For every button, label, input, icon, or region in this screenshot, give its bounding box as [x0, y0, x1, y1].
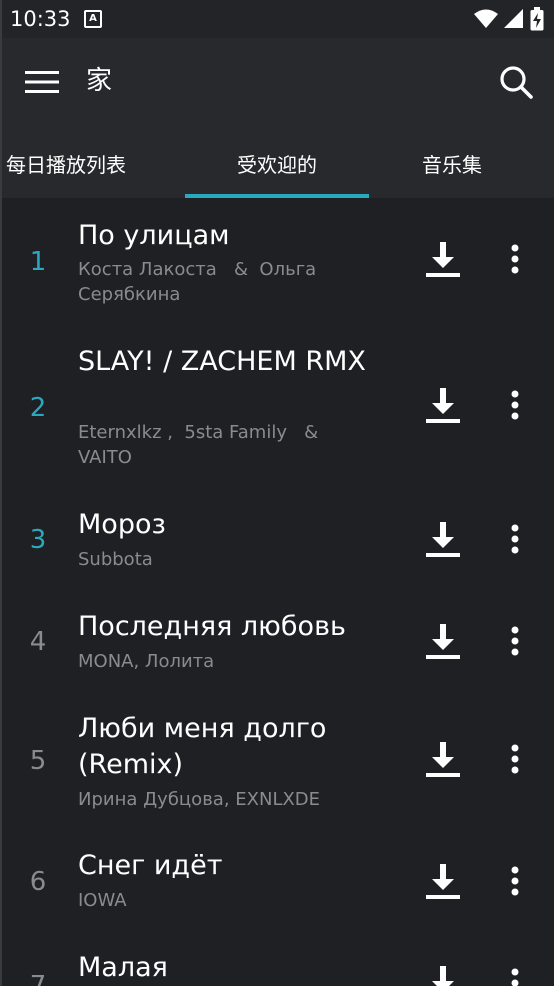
download-icon	[426, 864, 460, 899]
track-title: Люби меня долго (Remix)	[78, 713, 327, 780]
track-artist: Subbota	[78, 549, 153, 570]
download-button[interactable]	[420, 516, 466, 562]
status-time: 10:33	[10, 7, 71, 31]
track-artist: IOWA	[78, 890, 127, 911]
track-title: По улицам	[78, 220, 230, 251]
track-rank: 3	[29, 525, 47, 555]
track-artist: Eternxlkz , 5sta Family & VAITO	[78, 422, 330, 468]
track-row[interactable]: 6 Снег идёт IOWA	[0, 848, 554, 928]
more-vertical-icon	[511, 866, 519, 896]
app-screen: 10:33 A 家 每日播放列表 受欢迎的 音乐集 1 По улицам Ко…	[0, 0, 554, 986]
more-options-button[interactable]	[495, 736, 535, 782]
signal-icon	[504, 9, 523, 28]
search-button[interactable]	[494, 60, 538, 104]
track-artist: MONA, Лолита	[78, 651, 215, 672]
search-icon	[500, 66, 533, 99]
window-edge	[0, 0, 2, 986]
menu-button[interactable]	[20, 62, 64, 102]
tab-popular[interactable]: 受欢迎的	[185, 128, 369, 198]
more-options-button[interactable]	[495, 858, 535, 904]
track-title: SLAY! / ZACHEM RMX	[78, 346, 366, 377]
track-artist: Ирина Дубцова, EXNLXDE	[78, 789, 321, 810]
track-rank: 1	[29, 247, 47, 277]
more-vertical-icon	[511, 244, 519, 274]
notification-icon: A	[84, 10, 102, 28]
page-title: 家	[86, 66, 113, 96]
track-rank: 4	[29, 627, 47, 657]
download-icon	[426, 242, 460, 277]
tab-bar: 每日播放列表 受欢迎的 音乐集	[0, 128, 554, 198]
more-vertical-icon	[511, 524, 519, 554]
more-vertical-icon	[511, 744, 519, 774]
track-title: Мороз	[78, 509, 166, 540]
download-icon	[426, 388, 460, 423]
track-rank: 2	[29, 393, 47, 423]
track-row[interactable]: 2 SLAY! / ZACHEM RMX Eternxlkz , 5sta Fa…	[0, 340, 554, 480]
more-options-button[interactable]	[495, 960, 535, 986]
wifi-icon	[474, 9, 498, 28]
download-icon	[426, 522, 460, 557]
battery-icon	[530, 7, 544, 31]
track-row[interactable]: 5 Люби меня долго (Remix) Ирина Дубцова,…	[0, 708, 554, 820]
track-title: Снег идёт	[78, 850, 223, 881]
track-rank: 5	[29, 746, 47, 776]
track-list[interactable]: 1 По улицам Коста Лакоста & Ольга Серябк…	[0, 198, 554, 986]
more-vertical-icon	[511, 968, 519, 986]
download-icon	[432, 966, 454, 986]
more-options-button[interactable]	[495, 236, 535, 282]
track-row[interactable]: 7 Малая	[0, 950, 554, 986]
download-button[interactable]	[420, 618, 466, 664]
tab-music-collection[interactable]: 音乐集	[380, 128, 524, 198]
download-button[interactable]	[420, 382, 466, 428]
app-bar: 家	[0, 38, 554, 128]
more-options-button[interactable]	[495, 382, 535, 428]
track-row[interactable]: 1 По улицам Коста Лакоста & Ольга Серябк…	[0, 212, 554, 332]
track-row[interactable]: 4 Последняя любовь MONA, Лолита	[0, 606, 554, 686]
track-rank: 6	[29, 867, 47, 897]
download-button[interactable]	[420, 736, 466, 782]
download-icon	[426, 624, 460, 659]
track-rank: 7	[29, 971, 47, 986]
more-vertical-icon	[511, 626, 519, 656]
download-button[interactable]	[420, 858, 466, 904]
track-row[interactable]: 3 Мороз Subbota	[0, 504, 554, 584]
status-icons	[474, 7, 544, 31]
hamburger-menu-icon	[25, 71, 59, 93]
more-vertical-icon	[511, 390, 519, 420]
download-button[interactable]	[420, 236, 466, 282]
tab-daily-playlist[interactable]: 每日播放列表	[0, 128, 170, 198]
status-bar: 10:33 A	[0, 0, 554, 38]
download-button[interactable]	[420, 960, 466, 986]
download-icon	[426, 742, 460, 777]
more-options-button[interactable]	[495, 618, 535, 664]
more-options-button[interactable]	[495, 516, 535, 562]
track-title: Последняя любовь	[78, 611, 346, 642]
track-artist: Коста Лакоста & Ольга Серябкина	[78, 259, 322, 305]
track-title: Малая	[78, 952, 168, 983]
